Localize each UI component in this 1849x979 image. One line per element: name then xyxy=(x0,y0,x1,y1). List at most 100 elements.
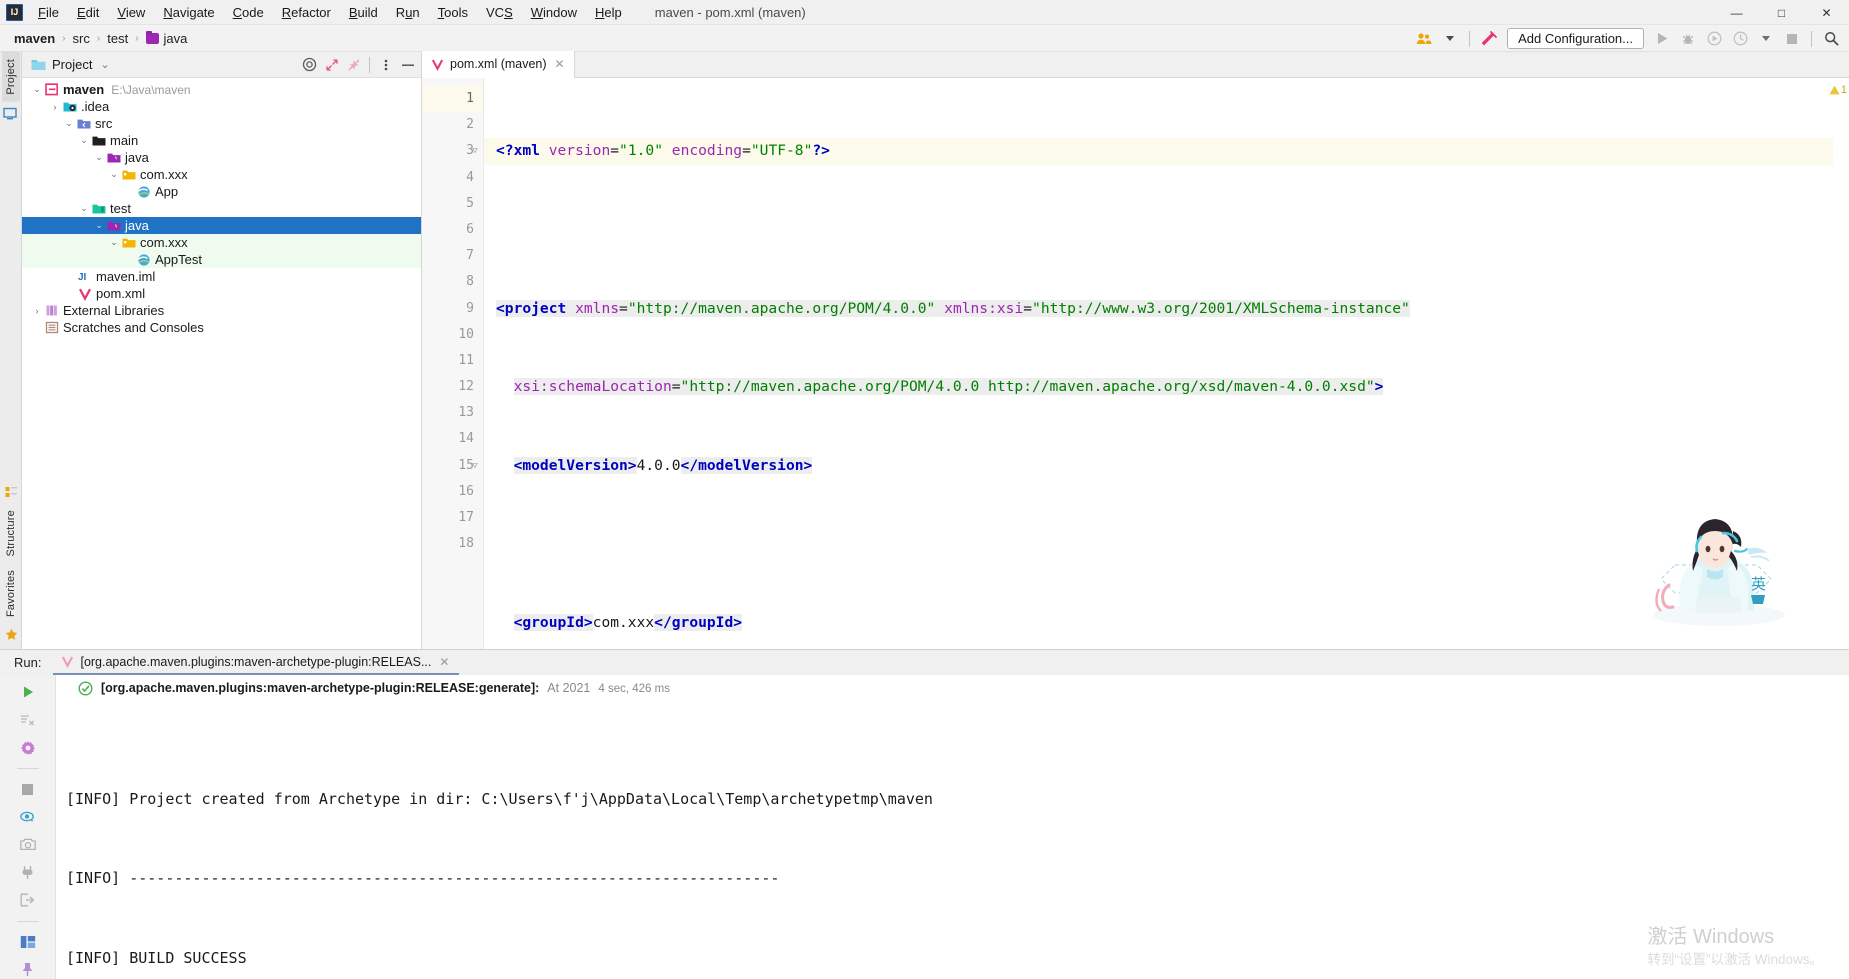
favorites-star-icon[interactable] xyxy=(5,628,18,641)
chevron-down-icon[interactable]: ⌄ xyxy=(92,152,106,163)
tree-item-main[interactable]: ⌄ main xyxy=(22,132,421,149)
chevron-down-icon[interactable] xyxy=(1438,28,1462,50)
tree-item-maven[interactable]: ⌄ maven E:\Java\maven xyxy=(22,81,421,98)
chevron-down-icon[interactable]: ⌄ xyxy=(107,237,121,248)
close-button[interactable]: ✕ xyxy=(1804,0,1849,25)
collapse-icon[interactable] xyxy=(344,55,363,74)
console-output[interactable]: [INFO] Project created from Archetype in… xyxy=(56,701,1849,979)
close-icon[interactable]: ✕ xyxy=(437,655,451,669)
search-icon[interactable] xyxy=(1819,28,1843,50)
profiler-icon[interactable] xyxy=(1728,28,1752,50)
svg-text:英: 英 xyxy=(1751,575,1766,593)
menu-navigate[interactable]: Navigate xyxy=(154,1,223,24)
breadcrumb-test[interactable]: test xyxy=(101,30,134,47)
more-options-icon[interactable] xyxy=(376,55,395,74)
chevron-right-icon[interactable]: › xyxy=(30,306,44,316)
line-number: 16 xyxy=(458,483,474,499)
menu-tools[interactable]: Tools xyxy=(429,1,477,24)
menu-code[interactable]: Code xyxy=(224,1,273,24)
chevron-down-icon[interactable]: ⌄ xyxy=(107,169,121,180)
menu-run[interactable]: Run xyxy=(387,1,429,24)
editor-tab-pom-xml[interactable]: pom.xml (maven) ✕ xyxy=(422,51,575,78)
tree-item-idea[interactable]: › .idea xyxy=(22,98,421,115)
project-structure-icon[interactable] xyxy=(3,106,18,121)
tree-item-label: AppTest xyxy=(155,252,202,267)
hide-panel-icon[interactable] xyxy=(398,55,417,74)
camera-icon[interactable] xyxy=(17,836,39,855)
tree-item-test[interactable]: ⌄ test xyxy=(22,200,421,217)
structure-panel-icon[interactable] xyxy=(5,486,18,499)
plug-icon[interactable] xyxy=(17,863,39,882)
chevron-down-icon[interactable]: ⌄ xyxy=(92,220,106,231)
run-tab-row: Run: [org.apache.maven.plugins:maven-arc… xyxy=(0,650,1849,675)
chevron-down-icon[interactable]: ⌄ xyxy=(30,84,44,95)
layout-icon[interactable] xyxy=(17,933,39,952)
menu-view[interactable]: View xyxy=(108,1,154,24)
chevron-down-icon[interactable]: ⌄ xyxy=(62,118,76,129)
tree-item-test-java[interactable]: ⌄ java xyxy=(22,217,421,234)
menu-file[interactable]: FFileile xyxy=(29,1,68,24)
menu-refactor[interactable]: Refactor xyxy=(273,1,340,24)
run-icon[interactable] xyxy=(1650,28,1674,50)
breadcrumb-java[interactable]: java xyxy=(140,30,194,47)
chevron-down-icon[interactable]: ⌄ xyxy=(77,135,91,146)
stop-icon[interactable] xyxy=(17,780,39,799)
tree-item-test-package[interactable]: ⌄ com.xxx xyxy=(22,234,421,251)
menu-edit[interactable]: Edit xyxy=(68,1,108,24)
menu-help[interactable]: Help xyxy=(586,1,631,24)
maximize-button[interactable]: □ xyxy=(1759,0,1804,25)
tree-item-apptest[interactable]: AppTest xyxy=(22,251,421,268)
editor-horizontal-scrollbar[interactable] xyxy=(546,640,1817,649)
menu-vcs[interactable]: VCS xyxy=(477,1,522,24)
tree-item-main-java[interactable]: ⌄ java xyxy=(22,149,421,166)
editor-right-gutter[interactable]: 1 xyxy=(1829,78,1849,649)
chevron-down-icon[interactable] xyxy=(1754,28,1778,50)
tree-item-main-package[interactable]: ⌄ com.xxx xyxy=(22,166,421,183)
breadcrumb-maven[interactable]: maven xyxy=(8,30,61,47)
target-icon[interactable] xyxy=(300,55,319,74)
tree-item-label: maven.iml xyxy=(96,269,156,284)
tree-item-app[interactable]: App xyxy=(22,183,421,200)
expand-icon[interactable] xyxy=(322,55,341,74)
run-tab-archetype[interactable]: [org.apache.maven.plugins:maven-archetyp… xyxy=(53,650,460,675)
menu-build[interactable]: Build xyxy=(340,1,387,24)
inspection-warning-badge[interactable]: 1 xyxy=(1829,84,1847,96)
chevron-right-icon[interactable]: › xyxy=(48,102,62,112)
sidebar-item-structure[interactable]: Structure xyxy=(2,503,20,563)
add-configuration-button[interactable]: Add Configuration... xyxy=(1507,28,1644,49)
fold-marker-project[interactable]: ▽ xyxy=(467,138,483,164)
rerun-icon[interactable] xyxy=(17,683,39,702)
idea-window: IJ FFileile Edit View Navigate Code Refa… xyxy=(0,0,1849,979)
stop-icon[interactable] xyxy=(1780,28,1804,50)
tree-item-pom-xml[interactable]: pom.xml xyxy=(22,285,421,302)
minimize-button[interactable]: — xyxy=(1714,0,1759,25)
tree-item-scratches[interactable]: Scratches and Consoles xyxy=(22,319,421,336)
sidebar-item-project[interactable]: Project xyxy=(1,52,20,102)
code-editor[interactable]: 1 2 3 4 5 6 7 8 9 10 11 12 13 14 15 16 1 xyxy=(422,78,1849,649)
settings-gear-icon[interactable] xyxy=(17,738,39,757)
export-icon[interactable] xyxy=(17,891,39,910)
chevron-down-icon[interactable]: ⌄ xyxy=(100,58,109,71)
build-hammer-icon[interactable] xyxy=(1477,28,1501,50)
tree-item-src[interactable]: ⌄ src xyxy=(22,115,421,132)
code-content[interactable]: <?xml version="1.0" encoding="UTF-8"?> <… xyxy=(484,78,1833,649)
debug-icon[interactable] xyxy=(1676,28,1700,50)
close-icon[interactable]: ✕ xyxy=(553,57,567,71)
clear-all-icon[interactable] xyxy=(17,711,39,730)
run-with-coverage-icon[interactable] xyxy=(1702,28,1726,50)
menu-window[interactable]: Window xyxy=(522,1,586,24)
tree-item-maven-iml[interactable]: JI maven.iml xyxy=(22,268,421,285)
breadcrumb-src[interactable]: src xyxy=(67,30,96,47)
tree-item-external-libraries[interactable]: › External Libraries xyxy=(22,302,421,319)
run-tool-window: Run: [org.apache.maven.plugins:maven-arc… xyxy=(0,649,1849,979)
user-group-icon[interactable] xyxy=(1412,28,1436,50)
eye-soft-wrap-icon[interactable] xyxy=(17,808,39,827)
fold-marker-properties[interactable]: ▽ xyxy=(467,453,483,479)
pin-icon[interactable] xyxy=(17,960,39,979)
chevron-down-icon[interactable]: ⌄ xyxy=(77,203,91,214)
folder-package-icon xyxy=(121,169,136,181)
sidebar-item-favorites[interactable]: Favorites xyxy=(2,563,20,624)
